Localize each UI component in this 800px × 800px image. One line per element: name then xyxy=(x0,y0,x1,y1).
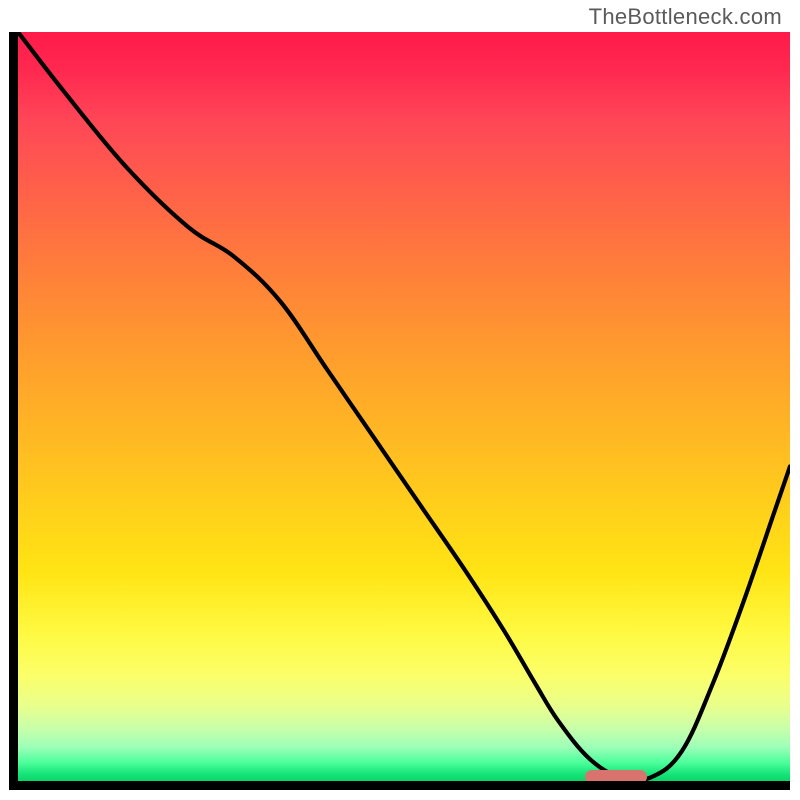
watermark-text: TheBottleneck.com xyxy=(589,4,782,30)
chart-axes xyxy=(9,32,790,790)
plot-area xyxy=(18,32,790,781)
bottleneck-curve xyxy=(18,32,790,781)
optimal-range-marker xyxy=(585,770,647,781)
